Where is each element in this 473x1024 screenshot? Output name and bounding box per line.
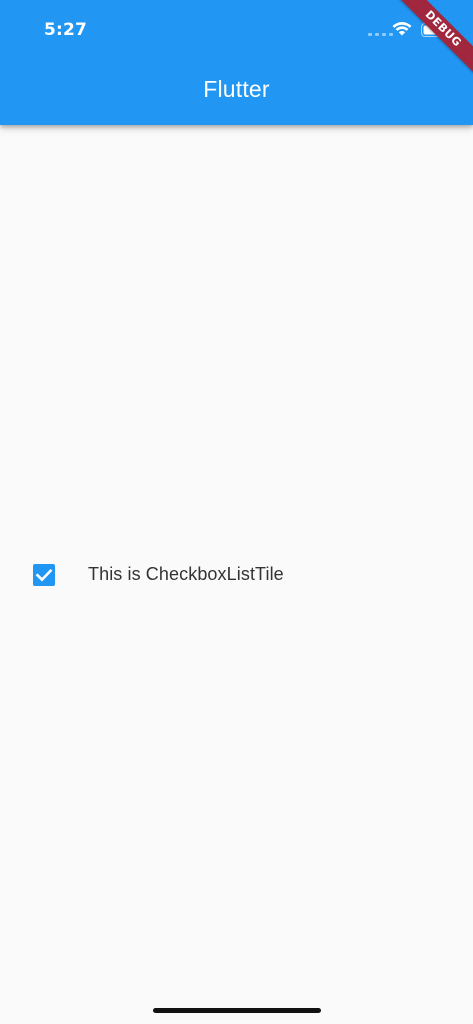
checkmark-icon xyxy=(35,568,53,582)
debug-banner-label: DEBUG xyxy=(394,0,473,78)
checkbox-tile-label: This is CheckboxListTile xyxy=(88,564,284,584)
checkbox-list-tile[interactable]: This is CheckboxListTile xyxy=(0,550,473,600)
checkbox[interactable] xyxy=(33,564,55,586)
status-time: 5:27 xyxy=(44,20,88,40)
debug-banner: DEBUG xyxy=(383,0,473,90)
home-indicator[interactable] xyxy=(153,1008,321,1013)
